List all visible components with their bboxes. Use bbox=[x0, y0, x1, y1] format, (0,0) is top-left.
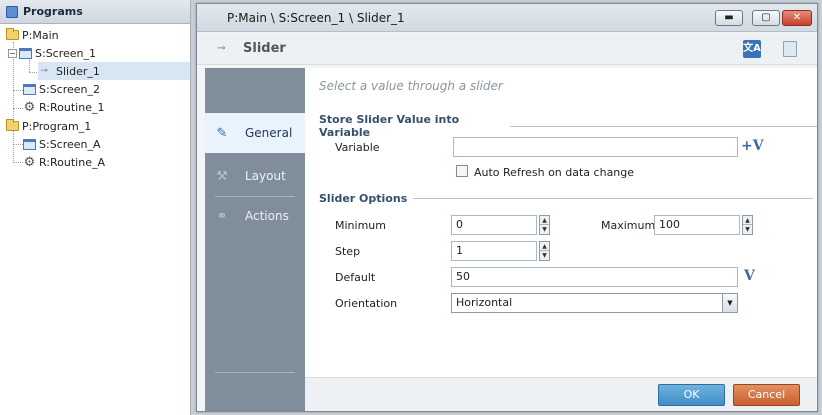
orientation-value: Horizontal bbox=[456, 296, 513, 309]
tree-item-label: S:Screen_A bbox=[39, 137, 101, 151]
spin-up-icon[interactable]: ▲ bbox=[540, 242, 549, 251]
gear-icon: ⚙ bbox=[23, 99, 36, 115]
maximize-button[interactable]: ▢ bbox=[752, 10, 780, 26]
step-field[interactable]: 1 bbox=[451, 241, 537, 261]
general-panel: Select a value through a slider Store Sl… bbox=[305, 68, 817, 377]
tree-item-label: P:Main bbox=[22, 28, 59, 42]
minimum-label: Minimum bbox=[335, 219, 386, 232]
panel-hint: Select a value through a slider bbox=[319, 79, 503, 93]
section-divider bbox=[509, 125, 817, 127]
screen-icon bbox=[23, 83, 36, 95]
spin-down-icon[interactable]: ▼ bbox=[540, 225, 549, 234]
default-label: Default bbox=[335, 271, 376, 284]
folder-icon bbox=[6, 119, 19, 131]
property-sidebar: ✎ General ⚒ Layout ⚭ Actions bbox=[205, 68, 305, 377]
folder-icon bbox=[6, 28, 19, 40]
orientation-select[interactable]: Horizontal ▼ bbox=[451, 293, 738, 313]
store-variable-section: Store Slider Value into Variable bbox=[319, 113, 817, 139]
tree-item-screen-1[interactable]: − S:Screen_1 bbox=[8, 44, 96, 62]
sidebar-item-general[interactable]: ✎ General bbox=[205, 113, 305, 153]
dialog-title: P:Main \ S:Screen_1 \ Slider_1 bbox=[227, 10, 405, 25]
section-divider bbox=[413, 198, 814, 199]
sidebar-item-label: Actions bbox=[245, 209, 289, 223]
tree-item-label: P:Program_1 bbox=[22, 119, 92, 133]
gear-icon: ⚙ bbox=[23, 154, 36, 170]
notes-icon[interactable] bbox=[783, 41, 797, 57]
minimum-spinner[interactable]: ▲ ▼ bbox=[539, 215, 550, 235]
tree-header-title: Programs bbox=[23, 5, 83, 18]
tree-header: Programs bbox=[0, 0, 190, 24]
cancel-button[interactable]: Cancel bbox=[733, 384, 800, 406]
screen-icon bbox=[19, 47, 32, 59]
orientation-label: Orientation bbox=[335, 297, 398, 310]
spin-up-icon[interactable]: ▲ bbox=[540, 216, 549, 225]
default-variable-button[interactable]: V bbox=[744, 268, 755, 284]
variable-field[interactable] bbox=[453, 137, 738, 157]
auto-refresh-checkbox[interactable] bbox=[456, 165, 468, 177]
minimum-field[interactable]: 0 bbox=[451, 215, 537, 235]
slider-properties-dialog: P:Main \ S:Screen_1 \ Slider_1 ▬ ▢ ✕ ⊸ S… bbox=[196, 3, 818, 412]
sidebar-item-label: General bbox=[245, 126, 293, 140]
object-header: ⊸ Slider 文A bbox=[197, 33, 817, 65]
slider-icon: ⊸ bbox=[217, 43, 226, 54]
tree-item-label: S:Screen_2 bbox=[39, 82, 101, 96]
slider-options-section: Slider Options bbox=[319, 192, 814, 205]
minimize-button[interactable]: ▬ bbox=[715, 10, 743, 26]
section-title: Slider Options bbox=[319, 192, 408, 205]
variable-label: Variable bbox=[335, 141, 380, 154]
slider-icon: ⊸ bbox=[40, 66, 48, 76]
step-spinner[interactable]: ▲ ▼ bbox=[539, 241, 550, 261]
sidebar-item-label: Layout bbox=[245, 169, 286, 183]
maximum-label: Maximum bbox=[601, 219, 656, 232]
tree-item-label: Slider_1 bbox=[56, 64, 100, 78]
translate-icon[interactable]: 文A bbox=[743, 40, 761, 58]
chevron-down-icon[interactable]: ▼ bbox=[722, 294, 737, 312]
maximum-field[interactable]: 100 bbox=[654, 215, 740, 235]
section-title: Store Slider Value into Variable bbox=[319, 113, 460, 139]
screen-icon bbox=[23, 138, 36, 150]
programs-tree-panel: Programs P:Main − S:Screen_1 ⊸ Slider_1 … bbox=[0, 0, 191, 415]
dialog-footer: OK Cancel bbox=[305, 377, 817, 411]
maximum-spinner[interactable]: ▲ ▼ bbox=[742, 215, 753, 235]
wrench-icon: ⚒ bbox=[216, 168, 228, 184]
auto-refresh-label: Auto Refresh on data change bbox=[474, 166, 635, 179]
sidebar-footer bbox=[205, 377, 305, 411]
tree-item-screen-a[interactable]: S:Screen_A bbox=[23, 135, 101, 153]
tree-item-routine-a[interactable]: ⚙ R:Routine_A bbox=[23, 153, 105, 171]
tree-item-label: R:Routine_1 bbox=[39, 100, 105, 114]
sidebar-divider bbox=[215, 372, 295, 373]
variable-picker-button[interactable]: +V bbox=[741, 138, 764, 154]
pencil-icon: ✎ bbox=[216, 125, 228, 141]
close-button[interactable]: ✕ bbox=[782, 10, 812, 26]
tree-item-screen-2[interactable]: S:Screen_2 bbox=[23, 80, 100, 98]
default-field[interactable]: 50 bbox=[451, 267, 738, 287]
spin-up-icon[interactable]: ▲ bbox=[743, 216, 752, 225]
tree-item-label: R:Routine_A bbox=[39, 155, 105, 169]
sidebar-item-layout[interactable]: ⚒ Layout bbox=[205, 156, 305, 196]
object-name: Slider bbox=[243, 41, 286, 56]
chain-icon: ⚭ bbox=[216, 208, 228, 224]
tree-item-p-main[interactable]: P:Main bbox=[6, 26, 59, 44]
collapse-toggle-icon[interactable]: − bbox=[8, 48, 17, 58]
tree-item-routine-1[interactable]: ⚙ R:Routine_1 bbox=[23, 98, 105, 116]
spin-down-icon[interactable]: ▼ bbox=[743, 225, 752, 234]
tree-item-slider-1[interactable]: ⊸ Slider_1 bbox=[38, 62, 190, 80]
ok-button[interactable]: OK bbox=[658, 384, 725, 406]
sidebar-item-actions[interactable]: ⚭ Actions bbox=[205, 196, 305, 236]
tree-item-label: S:Screen_1 bbox=[35, 46, 97, 60]
tree-item-program-1[interactable]: P:Program_1 bbox=[6, 117, 91, 135]
spin-down-icon[interactable]: ▼ bbox=[540, 251, 549, 260]
step-label: Step bbox=[335, 245, 361, 258]
programs-icon bbox=[6, 5, 18, 18]
